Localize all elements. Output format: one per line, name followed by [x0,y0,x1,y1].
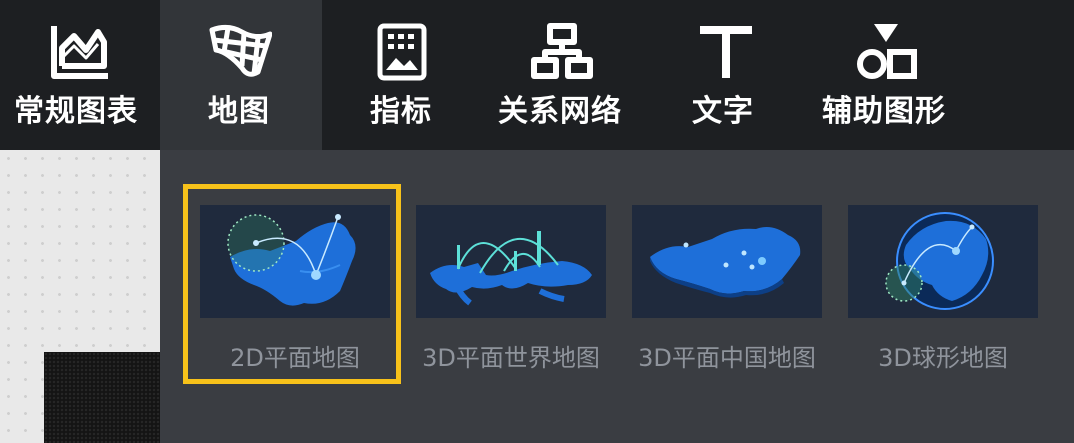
map-card-caption: 3D平面世界地图 [422,344,600,372]
map-card-3d-world[interactable]: 3D平面世界地图 [416,205,606,373]
map-card-caption: 2D平面地图 [230,344,360,372]
map-card-caption: 3D平面中国地图 [638,344,816,372]
map-thumbnail [632,205,822,318]
tab-text[interactable]: 文字 [680,0,770,150]
map-grid-icon [208,22,272,82]
map-card-caption: 3D球形地图 [878,344,1008,372]
map-thumbnail [416,205,606,318]
design-canvas[interactable] [0,150,160,443]
area-chart-icon [48,22,112,82]
tab-regular-charts[interactable]: 常规图表 [0,0,160,150]
map-card-2d[interactable]: 2D平面地图 [200,205,390,373]
component-toolbar: 常规图表 地图 指标 关系网络 文字 辅助图形 [0,0,1074,150]
tab-label: 辅助图形 [822,94,946,129]
tab-label: 关系网络 [498,94,622,129]
map-component-panel: 2D平面地图 3D平面世界地图 3D平面中国地图 3D球形地图 [160,150,1074,443]
map-thumbnail [200,205,390,318]
map-thumbnail [848,205,1038,318]
tab-label: 常规图表 [14,94,138,129]
tab-auxiliary-shapes[interactable]: 辅助图形 [812,0,962,150]
tab-map[interactable]: 地图 [160,0,322,150]
shapes-icon [854,22,918,82]
tab-indicator[interactable]: 指标 [338,0,466,150]
map-card-3d-globe[interactable]: 3D球形地图 [848,205,1038,373]
tab-label: 地图 [208,94,270,129]
indicator-icon [370,22,434,82]
tab-label: 指标 [370,94,432,129]
canvas-widget[interactable] [44,352,160,443]
tab-label: 文字 [692,94,754,129]
tab-relationship-network[interactable]: 关系网络 [488,0,638,150]
map-card-3d-china[interactable]: 3D平面中国地图 [632,205,822,373]
text-icon [694,22,758,82]
network-icon [530,22,594,82]
